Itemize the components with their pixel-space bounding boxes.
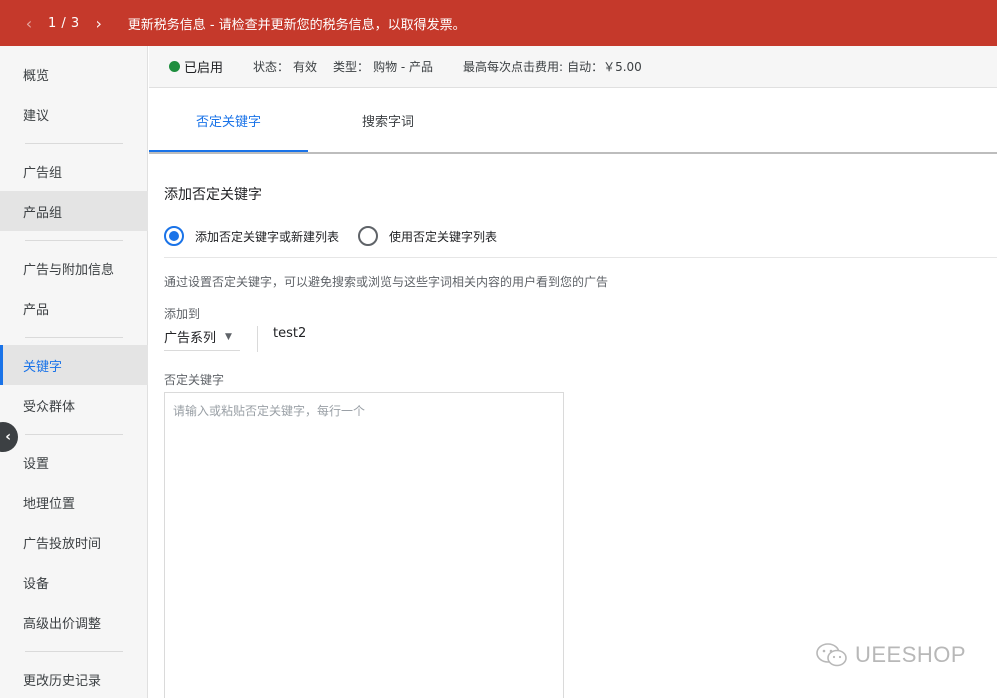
state-value: 有效 (293, 60, 318, 74)
campaign-status-bar: 已启用 状态： 有效 类型： 购物 - 产品 最高每次点击费用: 自动：￥5.0… (149, 46, 997, 88)
tax-alert-bar: ‹ 1 / 3 › 更新税务信息 - 请检查并更新您的税务信息，以取得发票。 (0, 0, 997, 46)
negative-keywords-label: 否定关键字 (164, 373, 225, 387)
sidebar-divider (25, 434, 123, 435)
enabled-status[interactable]: 已启用 (184, 57, 223, 76)
status-dot-icon (169, 61, 180, 72)
sidebar-divider (25, 651, 123, 652)
tab-bar: 否定关键字 搜索字词 (149, 88, 997, 153)
chevron-left-icon: ‹ (5, 429, 11, 445)
campaign-name: test2 (273, 326, 307, 341)
sidebar-item-audiences[interactable]: 受众群体 (0, 385, 148, 425)
vertical-divider (257, 326, 258, 352)
chevron-right-icon[interactable]: › (88, 14, 110, 33)
radio-use-list[interactable]: 使用否定关键字列表 (358, 226, 497, 246)
sidebar-item-settings[interactable]: 设置 (0, 442, 148, 482)
radio-label: 添加否定关键字或新建列表 (195, 229, 340, 244)
watermark-text: UEESHOP (855, 642, 967, 667)
type-value: 购物 - 产品 (373, 60, 434, 74)
sidebar-divider (25, 337, 123, 338)
sidebar-item-ad-schedule[interactable]: 广告投放时间 (0, 522, 148, 562)
state-label: 状态： (253, 60, 290, 74)
tabs-divider (149, 152, 997, 154)
radio-button[interactable] (358, 226, 378, 246)
wechat-icon (816, 643, 847, 667)
sidebar-item-change-history[interactable]: 更改历史记录 (0, 659, 148, 699)
divider (164, 257, 997, 258)
radio-label: 使用否定关键字列表 (389, 229, 498, 244)
sidebar-item-product-groups[interactable]: 产品组 (0, 191, 148, 231)
max-cpc-label: 最高每次点击费用: (463, 60, 564, 74)
sidebar-nav: 概览 建议 广告组 产品组 广告与附加信息 产品 关键字 受众群体 设置 地理位… (0, 46, 148, 698)
dropdown-arrow-icon: ▼ (225, 331, 232, 342)
radio-add-or-create-list[interactable]: 添加否定关键字或新建列表 (164, 226, 339, 246)
page-title: 添加否定关键字 (164, 187, 262, 203)
add-to-label: 添加到 (164, 307, 201, 321)
alert-message[interactable]: 更新税务信息 - 请检查并更新您的税务信息，以取得发票。 (128, 14, 466, 33)
sidebar-divider (25, 240, 123, 241)
chevron-left-icon[interactable]: ‹ (18, 14, 40, 33)
radio-button-checked[interactable] (164, 226, 184, 246)
level-select-value: 广告系列 (164, 331, 217, 346)
tab-negative-keywords[interactable]: 否定关键字 (149, 88, 308, 153)
sidebar-item-locations[interactable]: 地理位置 (0, 482, 148, 522)
sidebar-item-advanced-bid-adj[interactable]: 高级出价调整 (0, 602, 148, 642)
sidebar-item-products[interactable]: 产品 (0, 288, 148, 328)
sidebar-item-recommendations[interactable]: 建议 (0, 94, 148, 134)
alert-counter: 1 / 3 (48, 15, 80, 31)
sidebar-item-devices[interactable]: 设备 (0, 562, 148, 602)
tab-search-terms[interactable]: 搜索字词 (308, 88, 468, 153)
sidebar-item-overview[interactable]: 概览 (0, 54, 148, 94)
sidebar-item-keywords[interactable]: 关键字 (0, 345, 148, 385)
sidebar-divider (25, 143, 123, 144)
watermark: UEESHOP (815, 641, 966, 669)
negative-keywords-input[interactable] (164, 392, 564, 698)
description-text: 通过设置否定关键字，可以避免搜索或浏览与这些字词相关内容的用户看到您的广告 (164, 275, 609, 289)
max-cpc-value[interactable]: 自动：￥5.00 (567, 58, 642, 75)
level-select[interactable]: 广告系列 ▼ (164, 323, 240, 351)
type-label: 类型： (333, 60, 370, 74)
sidebar-item-ad-groups[interactable]: 广告组 (0, 151, 148, 191)
sidebar-item-ads-extensions[interactable]: 广告与附加信息 (0, 248, 148, 288)
